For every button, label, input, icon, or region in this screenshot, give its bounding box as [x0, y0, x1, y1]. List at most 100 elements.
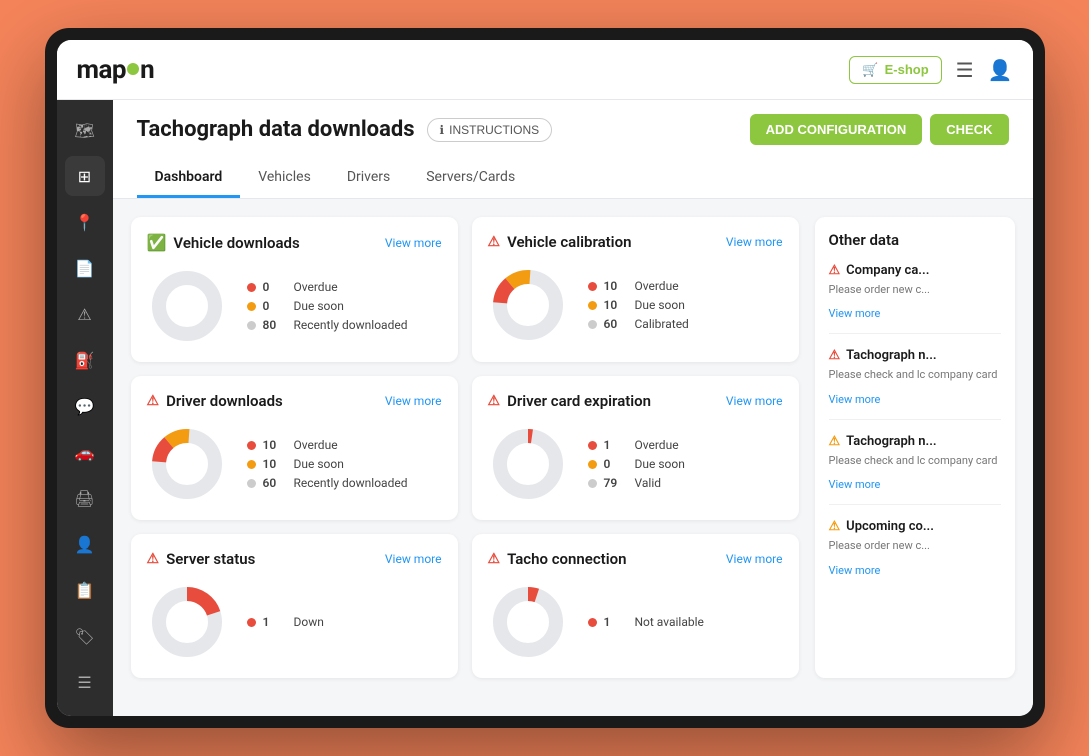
driver-card-expiration-view-more[interactable]: View more: [726, 394, 783, 408]
notif-tacho2-link[interactable]: View more: [829, 478, 881, 491]
overdue-dot: [247, 441, 256, 450]
device-screen: mapn 🛒 E-shop ☰ 👤 🗺 ⊞ 📍 📄 ⚠ ⛽ 💬: [57, 40, 1033, 716]
eshop-button[interactable]: 🛒 E-shop: [849, 56, 941, 84]
legend-overdue: 10 Overdue: [588, 279, 689, 293]
sidebar: 🗺 ⊞ 📍 📄 ⚠ ⛽ 💬 🚗 🖨 👤 📋 🏷 ☰: [57, 100, 113, 716]
recently-dot: [247, 479, 256, 488]
vehicle-calibration-view-more[interactable]: View more: [726, 235, 783, 249]
tacho-connection-card: ⚠ Tacho connection View more: [472, 534, 799, 678]
page-title-row: Tachograph data downloads ℹ INSTRUCTIONS: [137, 117, 553, 142]
recently-dot: [247, 321, 256, 330]
sidebar-item-map[interactable]: 🗺: [65, 110, 105, 150]
info-icon: ℹ: [440, 123, 445, 137]
logo: mapn: [77, 55, 155, 85]
server-status-view-more[interactable]: View more: [385, 552, 442, 566]
due-soon-dot: [247, 460, 256, 469]
driver-downloads-donut: [147, 424, 227, 504]
due-soon-dot: [247, 302, 256, 311]
server-status-body: 1 Down: [147, 582, 442, 662]
user-icon[interactable]: 👤: [988, 58, 1013, 82]
warn-icon: ⚠: [488, 234, 501, 250]
notif-tacho2-desc: Please check and lc company card: [829, 453, 1001, 468]
page-header: Tachograph data downloads ℹ INSTRUCTIONS…: [113, 100, 1033, 199]
driver-downloads-svg: [147, 424, 227, 504]
sidebar-item-fuel[interactable]: ⛽: [65, 340, 105, 380]
legend-due-soon: 0 Due soon: [588, 457, 685, 471]
driver-downloads-view-more[interactable]: View more: [385, 394, 442, 408]
vehicle-downloads-donut: [147, 266, 227, 346]
vehicle-calibration-donut: [488, 265, 568, 345]
cards-grid: ✅ Vehicle downloads View more: [131, 217, 799, 678]
legend-overdue: 1 Overdue: [588, 438, 685, 452]
server-status-card: ⚠ Server status View more: [131, 534, 458, 678]
logo-dot: [127, 63, 139, 75]
notif-upcoming-link[interactable]: View more: [829, 564, 881, 577]
notification-tachograph-2: ⚠ Tachograph n... Please check and lc co…: [829, 434, 1001, 505]
calibrated-dot: [588, 320, 597, 329]
sidebar-item-more[interactable]: ☰: [65, 662, 105, 702]
tacho-connection-svg: [488, 582, 568, 662]
legend-due-soon: 10 Due soon: [588, 298, 689, 312]
driver-downloads-legend: 10 Overdue 10 Due soon: [247, 438, 408, 490]
not-available-dot: [588, 618, 597, 627]
top-bar: mapn 🛒 E-shop ☰ 👤: [57, 40, 1033, 100]
legend-overdue: 10 Overdue: [247, 438, 408, 452]
notif-upcoming-title: ⚠ Upcoming co...: [829, 519, 1001, 534]
legend-not-available: 1 Not available: [588, 615, 704, 629]
tab-dashboard[interactable]: Dashboard: [137, 159, 241, 198]
legend-recently-downloaded: 80 Recently downloaded: [247, 318, 408, 332]
notif-tacho1-link[interactable]: View more: [829, 393, 881, 406]
right-panel: Other data ⚠ Company ca... Please order …: [815, 217, 1015, 678]
sidebar-item-vehicles[interactable]: 🚗: [65, 432, 105, 472]
page-header-top: Tachograph data downloads ℹ INSTRUCTIONS…: [137, 114, 1009, 145]
instructions-button[interactable]: ℹ INSTRUCTIONS: [427, 118, 553, 142]
sidebar-item-location[interactable]: 📍: [65, 202, 105, 242]
valid-dot: [588, 479, 597, 488]
notif-tacho2-title: ⚠ Tachograph n...: [829, 434, 1001, 449]
vehicle-calibration-title: ⚠ Vehicle calibration: [488, 233, 632, 251]
due-soon-dot: [588, 301, 597, 310]
driver-card-expiration-title: ⚠ Driver card expiration: [488, 392, 652, 410]
tab-servers-cards[interactable]: Servers/Cards: [408, 159, 533, 198]
notification-company-card: ⚠ Company ca... Please order new c... Vi…: [829, 263, 1001, 334]
vehicle-downloads-header: ✅ Vehicle downloads View more: [147, 233, 442, 252]
top-bar-right: 🛒 E-shop ☰ 👤: [849, 56, 1012, 84]
driver-card-expiration-svg: [488, 424, 568, 504]
sidebar-item-messages[interactable]: 💬: [65, 386, 105, 426]
warn-yellow-icon: ⚠: [829, 519, 841, 534]
server-status-header: ⚠ Server status View more: [147, 550, 442, 568]
warn-yellow-icon: ⚠: [829, 434, 841, 449]
vehicle-calibration-legend: 10 Overdue 10 Due soon: [588, 279, 689, 331]
vehicle-downloads-view-more[interactable]: View more: [385, 236, 442, 250]
legend-due-soon: 10 Due soon: [247, 457, 408, 471]
driver-card-expiration-donut: [488, 424, 568, 504]
tab-drivers[interactable]: Drivers: [329, 159, 408, 198]
eshop-label: E-shop: [885, 62, 929, 77]
sidebar-item-alerts[interactable]: ⚠: [65, 294, 105, 334]
sidebar-item-documents[interactable]: 📋: [65, 570, 105, 610]
notif-company-card-link[interactable]: View more: [829, 307, 881, 320]
tacho-connection-header: ⚠ Tacho connection View more: [488, 550, 783, 568]
sidebar-item-tachograph[interactable]: 🖨: [65, 478, 105, 518]
dashboard-content: ✅ Vehicle downloads View more: [113, 199, 1033, 696]
vehicle-downloads-legend: 0 Overdue 0 Due soon: [247, 280, 408, 332]
sidebar-item-profile[interactable]: 👤: [65, 524, 105, 564]
check-button[interactable]: CHECK: [930, 114, 1008, 145]
sidebar-item-dashboard[interactable]: ⊞: [65, 156, 105, 196]
vehicle-calibration-card: ⚠ Vehicle calibration View more: [472, 217, 799, 362]
content-area: Tachograph data downloads ℹ INSTRUCTIONS…: [113, 100, 1033, 716]
vehicle-calibration-svg: [488, 265, 568, 345]
vehicle-calibration-body: 10 Overdue 10 Due soon: [488, 265, 783, 345]
add-configuration-button[interactable]: ADD CONFIGURATION: [750, 114, 923, 145]
legend-calibrated: 60 Calibrated: [588, 317, 689, 331]
tacho-connection-body: 1 Not available: [488, 582, 783, 662]
warn-icon: ⚠: [488, 551, 501, 567]
driver-downloads-title: ⚠ Driver downloads: [147, 392, 283, 410]
tacho-connection-view-more[interactable]: View more: [726, 552, 783, 566]
sidebar-item-reports[interactable]: 📄: [65, 248, 105, 288]
menu-icon[interactable]: ☰: [956, 58, 974, 82]
sidebar-item-tags[interactable]: 🏷: [65, 616, 105, 656]
tacho-connection-legend: 1 Not available: [588, 615, 704, 629]
tab-vehicles[interactable]: Vehicles: [240, 159, 329, 198]
notif-tacho1-title: ⚠ Tachograph n...: [829, 348, 1001, 363]
